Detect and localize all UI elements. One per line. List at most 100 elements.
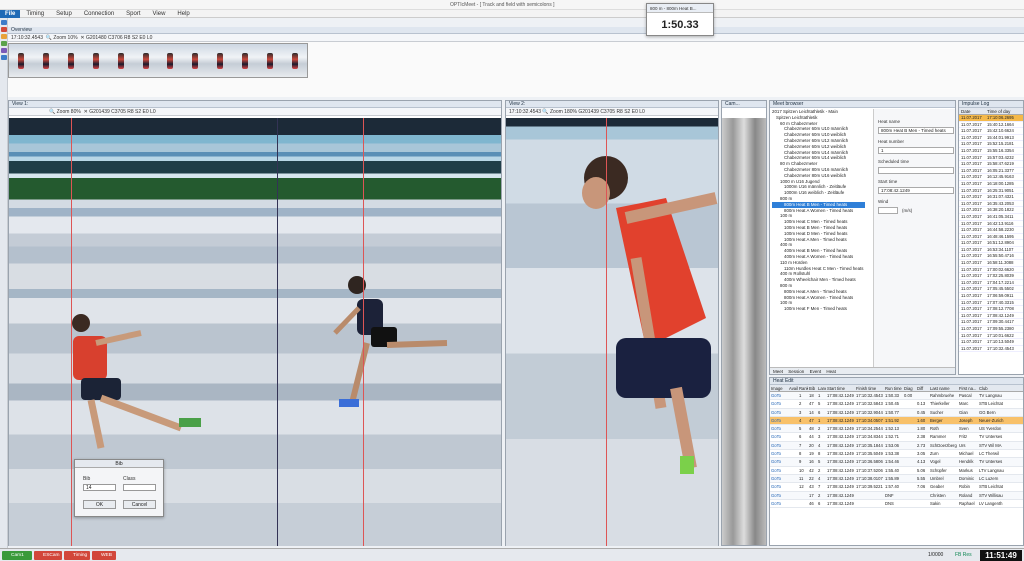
log-row[interactable]: 11.07.2017 16:58:11.3088 bbox=[959, 260, 1023, 267]
avail-checkbox[interactable] bbox=[788, 475, 798, 482]
heat-row[interactable]: GoTo 9 16 5 17:08:42.1249 17:10:36.5806 1:54.4… bbox=[770, 458, 1023, 467]
camera-icon[interactable] bbox=[1, 20, 7, 25]
heat-column-header[interactable]: Finish time bbox=[855, 385, 884, 391]
log-row[interactable]: 11.07.2017 17:09:30.4417 bbox=[959, 319, 1023, 326]
log-row[interactable]: 11.07.2017 15:55:16.3354 bbox=[959, 148, 1023, 155]
log-row[interactable]: 11.07.2017 17:10:13.5049 bbox=[959, 339, 1023, 346]
log-row[interactable]: 11.07.2017 15:44:01.9913 bbox=[959, 135, 1023, 142]
log-row[interactable]: 11.07.2017 17:06:59.0911 bbox=[959, 293, 1023, 300]
log-row[interactable]: 11.07.2017 16:44:58.2230 bbox=[959, 227, 1023, 234]
heat-row[interactable]: GoTo 1 18 1 17:08:42.1249 17:10:32.4543 1:50.3… bbox=[770, 392, 1023, 401]
avail-checkbox[interactable] bbox=[788, 467, 798, 474]
heat-column-header[interactable]: First na... bbox=[958, 385, 978, 391]
goto-link[interactable]: GoTo bbox=[770, 467, 788, 474]
menu-timing[interactable]: Timing bbox=[20, 11, 50, 17]
cam1-button[interactable]: Cam1 bbox=[2, 551, 32, 560]
overview-zoom[interactable]: Zoom 10% bbox=[53, 35, 77, 41]
goto-link[interactable]: GoTo bbox=[770, 450, 788, 457]
heat-column-header[interactable]: Run time bbox=[884, 385, 903, 391]
log-row[interactable]: 11.07.2017 16:12:45.9163 bbox=[959, 174, 1023, 181]
log-row[interactable]: 11.07.2017 15:57:03.4232 bbox=[959, 155, 1023, 162]
avail-checkbox[interactable] bbox=[788, 425, 798, 432]
log-row[interactable]: 11.07.2017 16:51:12.8904 bbox=[959, 240, 1023, 247]
tree-item[interactable]: 400m Heat A Women - Timed heats bbox=[772, 254, 865, 260]
list-icon[interactable] bbox=[1, 55, 7, 60]
heat-row[interactable]: GoTo 6 44 3 17:08:42.1249 17:10:34.8344 1:52.7… bbox=[770, 433, 1023, 442]
heat-number-input[interactable]: 1 bbox=[878, 147, 954, 154]
heat-row[interactable]: GoTo 7 20 4 17:08:42.1249 17:10:35.1844 1:53.0… bbox=[770, 441, 1023, 451]
wind-input[interactable] bbox=[878, 207, 898, 214]
log-row[interactable]: 11.07.2017 16:25:31.9051 bbox=[959, 188, 1023, 195]
view1-zoom[interactable]: Zoom 80% bbox=[57, 109, 81, 115]
log-row[interactable]: 11.07.2017 17:02:25.8039 bbox=[959, 273, 1023, 280]
log-row[interactable]: 11.07.2017 17:04:17.2214 bbox=[959, 280, 1023, 287]
heat-row[interactable]: GoTo 8 19 8 17:08:42.1249 17:10:35.5049 1:53.3… bbox=[770, 450, 1023, 459]
heat-column-header[interactable]: Club bbox=[978, 385, 1021, 391]
timing-button[interactable]: Timing bbox=[64, 551, 90, 560]
avail-checkbox[interactable] bbox=[788, 500, 798, 507]
avail-checkbox[interactable] bbox=[788, 458, 798, 465]
heat-row[interactable]: GoTo 4 47 1 17:08:42.1249 17:10:34.0507 1:51.9… bbox=[770, 416, 1023, 426]
goto-link[interactable]: GoTo bbox=[770, 400, 788, 407]
avail-checkbox[interactable] bbox=[788, 492, 798, 499]
scheduled-input[interactable] bbox=[878, 167, 954, 174]
heat-row[interactable]: GoTo 46 6 17:08:42.1249 DNS Sakin Raphael LV La… bbox=[770, 500, 1023, 509]
log-row[interactable]: 11.07.2017 16:41:05.3411 bbox=[959, 214, 1023, 221]
log-row[interactable]: 11.07.2017 17:08:42.1249 bbox=[959, 313, 1023, 320]
log-row[interactable]: 11.07.2017 17:07:40.3315 bbox=[959, 300, 1023, 307]
log-col-time[interactable]: Time of day bbox=[987, 108, 1023, 114]
goto-link[interactable]: GoTo bbox=[770, 492, 788, 499]
menu-setup[interactable]: Setup bbox=[50, 11, 78, 17]
goto-link[interactable]: GoTo bbox=[770, 442, 788, 449]
log-row[interactable]: 11.07.2017 17:10:01.6622 bbox=[959, 333, 1023, 340]
avail-checkbox[interactable] bbox=[788, 417, 798, 424]
avail-checkbox[interactable] bbox=[788, 450, 798, 457]
goto-link[interactable]: GoTo bbox=[770, 475, 788, 482]
folder-icon[interactable] bbox=[1, 34, 7, 39]
record-icon[interactable] bbox=[1, 27, 7, 32]
tab-heat[interactable]: Heat bbox=[826, 369, 836, 374]
heat-row[interactable]: GoTo 11 22 4 17:08:42.1249 17:10:38.0107 1:55.… bbox=[770, 474, 1023, 484]
close-icon[interactable]: ✕ bbox=[84, 109, 88, 115]
settings-icon[interactable] bbox=[1, 48, 7, 53]
close-icon[interactable]: ✕ bbox=[80, 35, 84, 41]
goto-link[interactable]: GoTo bbox=[770, 409, 788, 416]
cancel-button[interactable]: Cancel bbox=[123, 500, 156, 509]
heat-column-header[interactable]: Start time bbox=[826, 385, 855, 391]
class-input[interactable] bbox=[123, 484, 156, 491]
log-row[interactable]: 11.07.2017 17:08:12.7708 bbox=[959, 306, 1023, 313]
goto-link[interactable]: GoTo bbox=[770, 392, 788, 399]
goto-link[interactable]: GoTo bbox=[770, 425, 788, 432]
log-row[interactable]: 11.07.2017 15:40:12.1664 bbox=[959, 122, 1023, 129]
view2-zoom[interactable]: Zoom 180% bbox=[550, 109, 577, 115]
goto-link[interactable]: GoTo bbox=[770, 417, 788, 424]
heat-name-input[interactable]: 800m Heat B Men - Timed heats bbox=[878, 127, 954, 134]
heat-column-header[interactable]: Avail bbox=[788, 385, 798, 391]
zoom-icon[interactable]: 🔍 bbox=[542, 109, 548, 115]
tab-meet[interactable]: Meet bbox=[773, 369, 783, 374]
tree-item[interactable]: 100m Heat F Men - Timed heats bbox=[772, 306, 865, 312]
log-row[interactable]: 11.07.2017 17:10:32.4543 bbox=[959, 346, 1023, 353]
log-row[interactable]: 11.07.2017 15:58:47.6219 bbox=[959, 161, 1023, 168]
time-cursor-line[interactable] bbox=[363, 118, 364, 546]
log-row[interactable]: 11.07.2017 17:09:55.2380 bbox=[959, 326, 1023, 333]
avail-checkbox[interactable] bbox=[788, 400, 798, 407]
heat-column-header[interactable]: Rank bbox=[798, 385, 808, 391]
heat-column-header[interactable]: Diag bbox=[903, 385, 916, 391]
menu-help[interactable]: Help bbox=[171, 11, 195, 17]
log-row[interactable]: 11.07.2017 15:52:15.2181 bbox=[959, 141, 1023, 148]
goto-link[interactable]: GoTo bbox=[770, 500, 788, 507]
goto-link[interactable]: GoTo bbox=[770, 483, 788, 490]
menu-connection[interactable]: Connection bbox=[78, 11, 120, 17]
log-col-date[interactable]: Date bbox=[959, 108, 987, 114]
zoom-icon[interactable]: 🔍 bbox=[49, 109, 55, 115]
menu-file[interactable]: File bbox=[0, 9, 21, 18]
web-button[interactable]: WEB bbox=[92, 551, 116, 560]
timer-window[interactable]: 800 m - 800m Heat B... 1:50.33 bbox=[646, 3, 714, 36]
goto-link[interactable]: GoTo bbox=[770, 433, 788, 440]
log-row[interactable]: 11.07.2017 16:42:13.9116 bbox=[959, 221, 1023, 228]
goto-link[interactable]: GoTo bbox=[770, 458, 788, 465]
heat-column-header[interactable]: Last name bbox=[929, 385, 958, 391]
start-input[interactable]: 17:08:42.1249 bbox=[878, 187, 954, 194]
overview-image-strip[interactable] bbox=[8, 43, 308, 78]
